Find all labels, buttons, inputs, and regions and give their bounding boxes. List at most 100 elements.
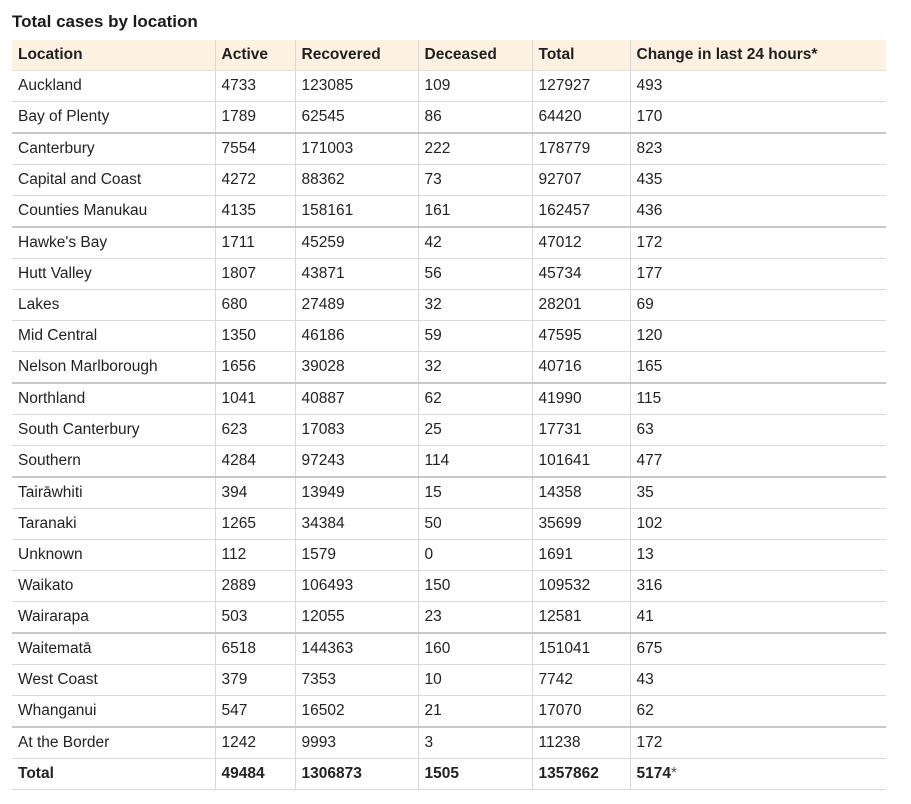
cell-active: 112 — [215, 539, 296, 571]
cell-recovered: 106493 — [295, 570, 419, 602]
cell-recovered: 16502 — [295, 695, 419, 728]
cell-active: 547 — [215, 695, 296, 728]
cell-total: 35699 — [532, 508, 631, 540]
table-row: Southern 4284 97243 114 101641 477 — [12, 445, 886, 478]
header-row: Location Active Recovered Deceased Total… — [12, 40, 886, 71]
cell-change: 316 — [630, 570, 886, 602]
cell-total: 7742 — [532, 664, 631, 696]
cell-active: 4733 — [215, 70, 296, 102]
cell-recovered: 62545 — [295, 101, 419, 134]
cell-deceased: 10 — [418, 664, 533, 696]
table-row: Unknown 112 1579 0 1691 13 — [12, 539, 886, 571]
table-row: Nelson Marlborough 1656 39028 32 40716 165 — [12, 351, 886, 384]
cell-location: Mid Central — [12, 320, 216, 352]
cell-location: Nelson Marlborough — [12, 351, 216, 384]
cell-deceased: 109 — [418, 70, 533, 102]
cell-recovered: 34384 — [295, 508, 419, 540]
cell-deceased: 86 — [418, 101, 533, 134]
column-header-total: Total — [532, 40, 631, 71]
cell-change: 436 — [630, 195, 886, 228]
cell-total: 178779 — [532, 133, 631, 165]
cell-deceased: 62 — [418, 383, 533, 415]
cell-deceased: 32 — [418, 289, 533, 321]
cell-change: 823 — [630, 133, 886, 165]
cell-location: Southern — [12, 445, 216, 478]
table-row: Taranaki 1265 34384 50 35699 102 — [12, 508, 886, 540]
cell-location: Wairarapa — [12, 601, 216, 634]
table-row: South Canterbury 623 17083 25 17731 63 — [12, 414, 886, 446]
cell-location: Unknown — [12, 539, 216, 571]
cell-recovered: 1579 — [295, 539, 419, 571]
cell-total: 28201 — [532, 289, 631, 321]
cell-total: 109532 — [532, 570, 631, 602]
cell-change: 172 — [630, 227, 886, 259]
cell-total: 45734 — [532, 258, 631, 290]
cell-active: 1711 — [215, 227, 296, 259]
cell-active: 680 — [215, 289, 296, 321]
cell-deceased: 222 — [418, 133, 533, 165]
cell-recovered: 12055 — [295, 601, 419, 634]
cell-location: Northland — [12, 383, 216, 415]
cell-location: Whanganui — [12, 695, 216, 728]
cell-active: 4135 — [215, 195, 296, 228]
column-header-active: Active — [215, 40, 296, 71]
cell-deceased: 56 — [418, 258, 533, 290]
cell-location: Waitematā — [12, 633, 216, 665]
cell-recovered: 27489 — [295, 289, 419, 321]
cell-active: 503 — [215, 601, 296, 634]
cell-recovered: 39028 — [295, 351, 419, 384]
cell-active: 1041 — [215, 383, 296, 415]
cell-total: 41990 — [532, 383, 631, 415]
cell-active: 1656 — [215, 351, 296, 384]
table-row: Whanganui 547 16502 21 17070 62 — [12, 695, 886, 728]
cell-active: 4284 — [215, 445, 296, 478]
table-row: Canterbury 7554 171003 222 178779 823 — [12, 133, 886, 165]
table-row: Counties Manukau 4135 158161 161 162457 436 — [12, 195, 886, 228]
cell-recovered: 40887 — [295, 383, 419, 415]
cell-recovered: 9993 — [295, 727, 419, 759]
cell-change: 35 — [630, 477, 886, 509]
cell-total: 162457 — [532, 195, 631, 228]
cell-total: 47595 — [532, 320, 631, 352]
cell-recovered: 88362 — [295, 164, 419, 196]
table-row: Waikato 2889 106493 150 109532 316 — [12, 570, 886, 602]
cell-recovered: 123085 — [295, 70, 419, 102]
cell-change: 435 — [630, 164, 886, 196]
cell-location: Hawke's Bay — [12, 227, 216, 259]
cell-recovered: 144363 — [295, 633, 419, 665]
cell-active: 2889 — [215, 570, 296, 602]
table-row: Wairarapa 503 12055 23 12581 41 — [12, 601, 886, 634]
total-change: 5174* — [630, 758, 886, 790]
cell-total: 47012 — [532, 227, 631, 259]
cell-deceased: 32 — [418, 351, 533, 384]
cell-recovered: 17083 — [295, 414, 419, 446]
cell-change: 102 — [630, 508, 886, 540]
cell-total: 11238 — [532, 727, 631, 759]
total-active: 49484 — [215, 758, 296, 790]
cell-location: Capital and Coast — [12, 164, 216, 196]
total-change-value: 5174 — [636, 765, 671, 782]
table-row: Bay of Plenty 1789 62545 86 64420 170 — [12, 101, 886, 134]
total-row: Total 49484 1306873 1505 1357862 5174* — [12, 758, 886, 790]
cell-change: 115 — [630, 383, 886, 415]
total-total: 1357862 — [532, 758, 631, 790]
cell-recovered: 158161 — [295, 195, 419, 228]
cell-deceased: 15 — [418, 477, 533, 509]
cell-deceased: 59 — [418, 320, 533, 352]
cell-location: At the Border — [12, 727, 216, 759]
cell-total: 64420 — [532, 101, 631, 134]
cell-active: 1265 — [215, 508, 296, 540]
cell-total: 92707 — [532, 164, 631, 196]
cell-location: Waikato — [12, 570, 216, 602]
cell-change: 43 — [630, 664, 886, 696]
cell-active: 379 — [215, 664, 296, 696]
cell-change: 69 — [630, 289, 886, 321]
table-row: Mid Central 1350 46186 59 47595 120 — [12, 320, 886, 352]
cell-change: 177 — [630, 258, 886, 290]
cell-deceased: 21 — [418, 695, 533, 728]
column-header-recovered: Recovered — [295, 40, 419, 71]
cell-recovered: 13949 — [295, 477, 419, 509]
cell-location: Tairāwhiti — [12, 477, 216, 509]
footnote-marker: * — [670, 765, 678, 782]
cases-table: Location Active Recovered Deceased Total… — [12, 40, 886, 790]
